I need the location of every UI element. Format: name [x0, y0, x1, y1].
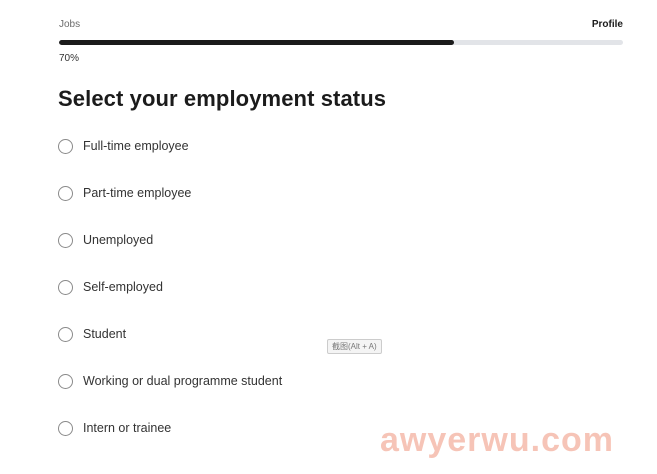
radio-button[interactable] — [58, 421, 73, 436]
option-label: Unemployed — [83, 233, 154, 247]
option-part-time-employee[interactable]: Part-time employee — [58, 184, 478, 231]
radio-button[interactable] — [58, 233, 73, 248]
option-label: Intern or trainee — [83, 421, 172, 435]
radio-button[interactable] — [58, 280, 73, 295]
option-full-time-employee[interactable]: Full-time employee — [58, 137, 478, 184]
watermark: awyerwu.com — [380, 421, 614, 459]
progress-step-current: Jobs — [59, 19, 81, 30]
page-title: Select your employment status — [58, 86, 387, 111]
option-working-dual-student[interactable]: Working or dual programme student — [58, 372, 478, 419]
radio-button[interactable] — [58, 186, 73, 201]
option-label: Student — [83, 327, 127, 341]
employment-status-options: Full-time employee Part-time employee Un… — [58, 137, 478, 466]
option-self-employed[interactable]: Self-employed — [58, 278, 478, 325]
radio-button[interactable] — [58, 139, 73, 154]
screenshot-tooltip: 截图(Alt + A) — [327, 339, 382, 354]
progress-header: Jobs Profile — [59, 19, 623, 33]
progress-step-next: Profile — [591, 19, 623, 30]
option-label: Part-time employee — [83, 186, 192, 200]
option-student[interactable]: Student — [58, 325, 478, 372]
option-label: Full-time employee — [83, 139, 189, 153]
progress-bar — [59, 40, 623, 45]
radio-button[interactable] — [58, 327, 73, 342]
option-label: Self-employed — [83, 280, 163, 294]
progress-bar-fill — [59, 40, 454, 45]
progress-percent: 70% — [59, 53, 80, 64]
option-label: Working or dual programme student — [83, 374, 283, 388]
radio-button[interactable] — [58, 374, 73, 389]
option-unemployed[interactable]: Unemployed — [58, 231, 478, 278]
